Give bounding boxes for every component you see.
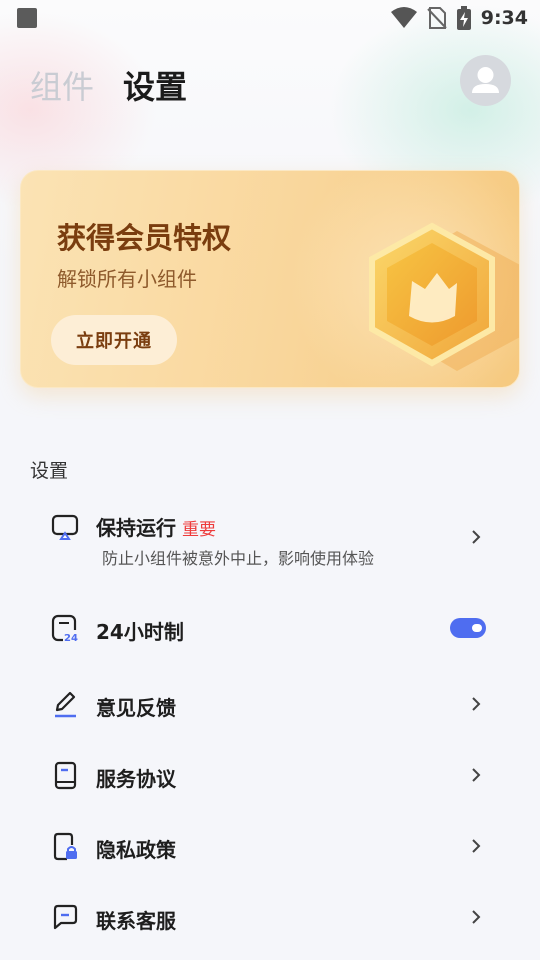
tab-widgets[interactable]: 组件 [30, 62, 94, 108]
pen-icon [50, 689, 80, 719]
setting-description: 防止小组件被意外中止，影响使用体验 [102, 549, 375, 568]
setting-label: 24小时制 [96, 620, 184, 644]
vip-crown-badge-icon [369, 222, 519, 371]
setting-customer-service[interactable]: 联系客服 [0, 889, 540, 945]
setting-label: 保持运行 [96, 516, 176, 540]
setting-terms[interactable]: 服务协议 [0, 747, 540, 803]
setting-label: 联系客服 [96, 909, 176, 933]
setting-privacy[interactable]: 隐私政策 [0, 818, 540, 874]
vip-subtitle: 解锁所有小组件 [57, 267, 197, 291]
setting-keep-alive[interactable]: 保持运行 重要 防止小组件被意外中止，影响使用体验 [0, 500, 540, 580]
wifi-icon [390, 7, 417, 29]
setting-label: 意见反馈 [96, 696, 176, 720]
battery-charging-icon [456, 6, 471, 30]
chevron-right-icon [468, 527, 484, 547]
section-title: 设置 [30, 460, 69, 482]
tab-settings[interactable]: 设置 [123, 62, 187, 108]
chevron-right-icon [468, 694, 484, 714]
24-hour-toggle[interactable] [450, 618, 486, 638]
setting-24-hour[interactable]: 24 24小时制 [0, 600, 540, 656]
lock-document-icon [50, 831, 80, 861]
important-tag: 重要 [182, 520, 216, 540]
settings-screen: 9:34 组件 设置 获得会员特权 解锁所有小组件 立即开通 设置 保持运行 重… [0, 0, 540, 960]
keep-alive-icon [50, 512, 80, 542]
chevron-right-icon [468, 765, 484, 785]
avatar[interactable] [460, 55, 511, 106]
setting-label: 隐私政策 [96, 838, 176, 862]
clock-24-icon: 24 [50, 613, 80, 643]
activate-button[interactable]: 立即开通 [51, 315, 177, 365]
clock-time: 9:34 [480, 7, 528, 29]
vip-banner[interactable]: 获得会员特权 解锁所有小组件 立即开通 [20, 170, 520, 388]
user-icon [472, 67, 499, 93]
vip-title: 获得会员特权 [57, 221, 232, 255]
status-bar: 9:34 [0, 0, 540, 36]
svg-text:24: 24 [64, 633, 78, 643]
setting-label: 服务协议 [96, 767, 176, 791]
notification-icon [17, 8, 37, 28]
document-icon [50, 760, 80, 790]
setting-feedback[interactable]: 意见反馈 [0, 676, 540, 732]
chat-icon [50, 902, 80, 932]
top-tabs: 组件 设置 [0, 52, 540, 108]
chevron-right-icon [468, 836, 484, 856]
chevron-right-icon [468, 907, 484, 927]
no-sim-icon [427, 7, 447, 29]
